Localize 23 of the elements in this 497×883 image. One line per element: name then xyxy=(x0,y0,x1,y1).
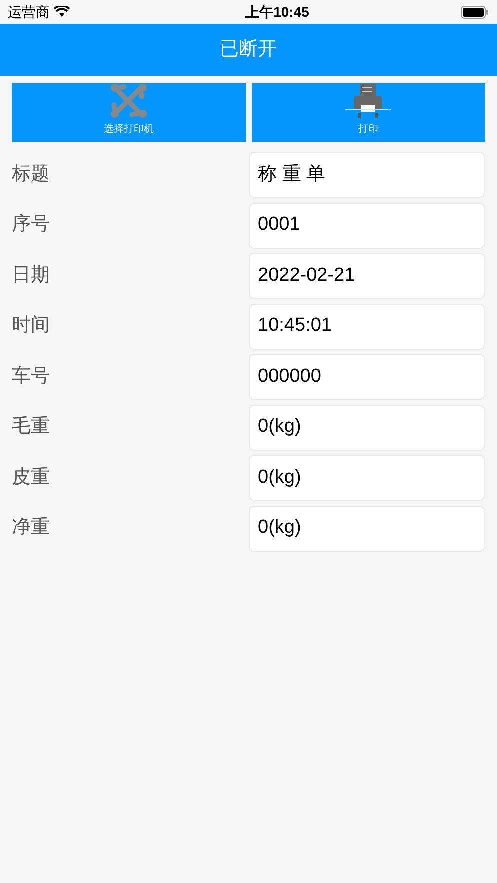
wifi-icon xyxy=(54,6,70,18)
field-label: 车号 xyxy=(12,364,51,389)
input-field[interactable]: 000000 xyxy=(249,354,485,400)
input-field[interactable]: 2022-02-21 xyxy=(249,253,485,299)
field-label: 序号 xyxy=(12,213,51,238)
printer-icon xyxy=(345,83,392,119)
input-field[interactable]: 10:45:01 xyxy=(249,304,485,350)
input-field[interactable]: 0001 xyxy=(249,202,485,248)
input-field[interactable]: 0(kg) xyxy=(249,404,485,450)
chain-link-icon xyxy=(110,83,148,119)
carrier-label: 运营商 xyxy=(8,2,50,22)
field-label: 毛重 xyxy=(12,415,51,440)
field-label: 日期 xyxy=(12,264,51,288)
input-field[interactable]: 0(kg) xyxy=(249,506,485,552)
input-field[interactable]: 称 重 单 xyxy=(249,152,485,198)
input-field[interactable]: 0(kg) xyxy=(249,455,485,501)
battery-icon xyxy=(461,6,489,18)
field-label: 净重 xyxy=(12,516,51,540)
field-label: 时间 xyxy=(12,314,51,338)
field-label: 皮重 xyxy=(12,466,51,490)
clock-label: 上午10:45 xyxy=(246,2,310,22)
navigation-title: 已断开 xyxy=(220,38,277,62)
field-label: 标题 xyxy=(12,162,51,187)
